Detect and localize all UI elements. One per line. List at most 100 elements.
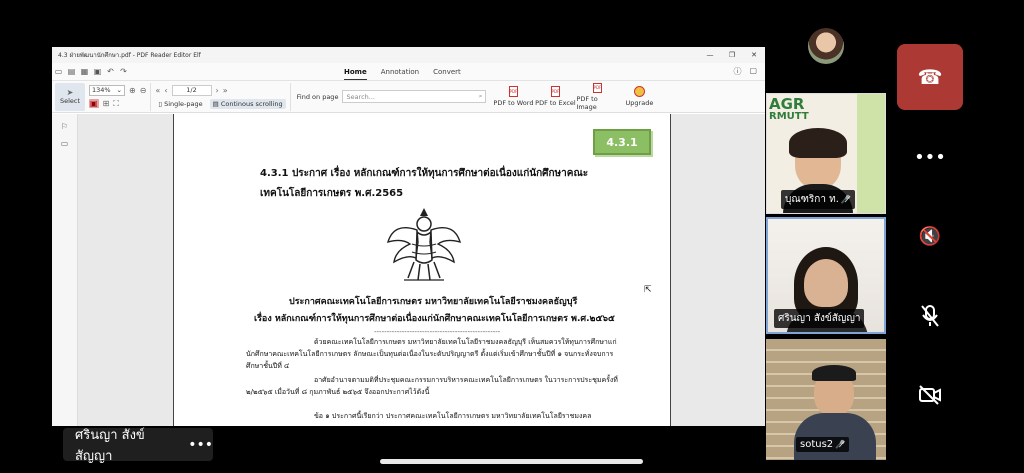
search-icon: ⌕	[478, 92, 483, 100]
pdf-to-excel-label: PDF to Excel	[535, 99, 576, 107]
participant-hair	[789, 128, 847, 158]
self-name-bar[interactable]: ศรินญา สังข์สัญญา •••	[63, 428, 213, 464]
bookmark-icon[interactable]: ⚐	[52, 122, 77, 131]
next-page-icon[interactable]: ›	[216, 86, 219, 95]
select-label: Select	[59, 97, 81, 105]
menu-right: ⓘ ▢	[733, 66, 757, 77]
print-icon[interactable]: ▦	[78, 67, 91, 76]
speaker-toggle-button[interactable]: 🔇	[912, 221, 948, 251]
chat-icon[interactable]: ▢	[749, 66, 757, 77]
info-icon[interactable]: ⓘ	[733, 66, 741, 77]
participant-face	[804, 259, 848, 307]
mic-muted-icon	[921, 305, 939, 327]
tab-home[interactable]: Home	[344, 65, 367, 80]
cursor-icon: ➤	[66, 88, 74, 97]
mic-toggle-button[interactable]	[912, 301, 948, 331]
export-icon[interactable]: ▣	[91, 67, 104, 76]
pdf-icon: PDF	[550, 86, 560, 97]
search-placeholder: Search...	[346, 92, 375, 101]
participant-hair	[812, 365, 856, 381]
upgrade-button[interactable]: Upgrade	[618, 83, 660, 111]
continuous-scrolling-button[interactable]: ▤ Continous scrolling	[209, 98, 286, 109]
comment-icon[interactable]: ▭	[52, 139, 77, 148]
upgrade-label: Upgrade	[625, 99, 654, 107]
crown-icon	[633, 86, 645, 97]
mouse-cursor-icon: ⇱	[644, 285, 652, 295]
zoom-select[interactable]: 134% ⌄	[89, 84, 125, 96]
participant-name: บุณฑริกา ท.	[785, 194, 839, 205]
pdf-icon: PDF	[508, 86, 518, 97]
phone-hangup-icon: ☎	[917, 65, 943, 89]
pdf-to-excel-button[interactable]: PDF PDF to Excel	[534, 83, 576, 111]
folder-icon[interactable]: ▭	[52, 67, 65, 76]
zoom-in-icon[interactable]: ⊕	[129, 86, 136, 95]
announcement-line-1: ประกาศคณะเทคโนโลยีการเกษตร มหาวิทยาลัยเท…	[289, 297, 578, 307]
rmutt-logo-text: RMUTT	[769, 111, 809, 122]
left-panel: ⚐ ▭	[52, 114, 78, 426]
single-page-button[interactable]: ▯ Single-page	[155, 99, 205, 109]
camera-off-icon	[919, 385, 941, 405]
last-page-icon[interactable]: »	[223, 86, 228, 95]
garuda-emblem-icon	[386, 208, 462, 281]
participant-name: sotus2	[800, 439, 834, 450]
meeting-screen: 4.3 ฝ่ายพัฒนานักศึกษา.pdf - PDF Reader E…	[0, 0, 1024, 473]
continuous-label: Continous scrolling	[220, 99, 283, 108]
speaker-muted-icon: 🔇	[918, 225, 942, 247]
tab-convert[interactable]: Convert	[433, 65, 461, 79]
fit-page-icon[interactable]: ▣	[89, 99, 99, 108]
first-page-icon[interactable]: «	[155, 86, 160, 95]
save-icon[interactable]: ▤	[65, 67, 78, 76]
participant-name: ศรินญา สังข์สัญญา	[778, 313, 861, 324]
ribbon: ➤ Select 134% ⌄ ⊕ ⊖ ▣ ⊞ ⛶ « ‹ 1/2 › » ▯ …	[52, 81, 765, 113]
more-options-button[interactable]: •••	[912, 142, 948, 172]
paragraph-3: ข้อ ๑ ประกาศนี้เรียกว่า ประกาศคณะเทคโนโล…	[314, 412, 592, 420]
participant-name-tag: sotus2 🎤̸	[796, 437, 850, 452]
pdf-to-image-button[interactable]: PDF PDF to Image	[576, 82, 618, 111]
maximize-button[interactable]: ❐	[721, 51, 743, 59]
participant-name-tag: ศรินญา สังข์สัญญา	[774, 309, 865, 328]
shared-pdf-window: 4.3 ฝ่ายพัฒนานักศึกษา.pdf - PDF Reader E…	[52, 47, 765, 426]
participant-tile-3[interactable]: sotus2 🎤̸	[766, 339, 886, 460]
document-area[interactable]: ⚐ ▭ 4.3.1 4.3.1 ประกาศ เรื่อง หลักเกณฑ์ก…	[52, 114, 765, 426]
fit-width-icon[interactable]: ⊞	[103, 99, 110, 108]
more-icon[interactable]: •••	[188, 437, 213, 453]
pdf-to-word-label: PDF to Word	[493, 99, 534, 107]
paragraph-1: ด้วยคณะเทคโนโลยีการเกษตร มหาวิทยาลัยเทคโ…	[246, 338, 617, 370]
zoom-value: 134%	[92, 86, 111, 94]
tab-annotation[interactable]: Annotation	[381, 65, 419, 79]
prev-page-icon[interactable]: ‹	[164, 86, 167, 95]
participant-name-tag: บุณฑริกา ท. 🎤̸	[781, 190, 855, 209]
self-name: ศรินญา สังข์สัญญา	[75, 427, 145, 464]
paragraph-2: อาศัยอำนาจตามมติที่ประชุมคณะกรรมการบริหา…	[246, 376, 618, 396]
single-page-icon: ▯	[158, 99, 162, 108]
search-input[interactable]: Search... ⌕	[342, 90, 487, 103]
title-bar: 4.3 ฝ่ายพัฒนานักศึกษา.pdf - PDF Reader E…	[52, 47, 765, 63]
pdf-to-image-label: PDF to Image	[576, 94, 598, 111]
leave-call-button[interactable]: ☎	[897, 44, 963, 110]
page-number-input[interactable]: 1/2	[171, 84, 212, 96]
page-group: « ‹ 1/2 › » ▯ Single-page ▤ Continous sc…	[151, 82, 291, 111]
document-title: 4.3.1 ประกาศ เรื่อง หลักเกณฑ์การให้ทุนกา…	[260, 168, 589, 199]
redo-icon[interactable]: ↷	[117, 67, 130, 76]
close-button[interactable]: ✕	[743, 51, 765, 59]
single-page-label: Single-page	[164, 99, 203, 108]
fullscreen-icon[interactable]: ⛶	[113, 99, 119, 109]
minimize-button[interactable]: —	[699, 51, 721, 59]
more-icon: •••	[914, 146, 946, 168]
menu-tabs: Home Annotation Convert	[344, 63, 461, 81]
participant-tile-1[interactable]: AGR RMUTT บุณฑริกา ท. 🎤̸	[766, 93, 886, 214]
find-group: Find on page Search... ⌕	[291, 90, 493, 103]
avatar[interactable]	[808, 28, 844, 64]
select-tool-button[interactable]: ➤ Select	[55, 82, 85, 111]
participant-tile-2[interactable]: ศรินญา สังข์สัญญา	[766, 217, 886, 334]
mic-muted-icon: 🎤̸	[835, 440, 846, 449]
zoom-out-icon[interactable]: ⊖	[140, 86, 147, 95]
pdf-to-word-button[interactable]: PDF PDF to Word	[492, 83, 534, 111]
chevron-down-icon: ⌄	[116, 86, 122, 94]
undo-icon[interactable]: ↶	[104, 67, 117, 76]
continuous-icon: ▤	[212, 99, 219, 108]
camera-toggle-button[interactable]	[912, 380, 948, 410]
pdf-icon: PDF	[592, 82, 602, 93]
announcement-line-2: เรื่อง หลักเกณฑ์การให้ทุนการศึกษาต่อเนื่…	[254, 314, 615, 324]
home-indicator[interactable]	[380, 459, 643, 464]
